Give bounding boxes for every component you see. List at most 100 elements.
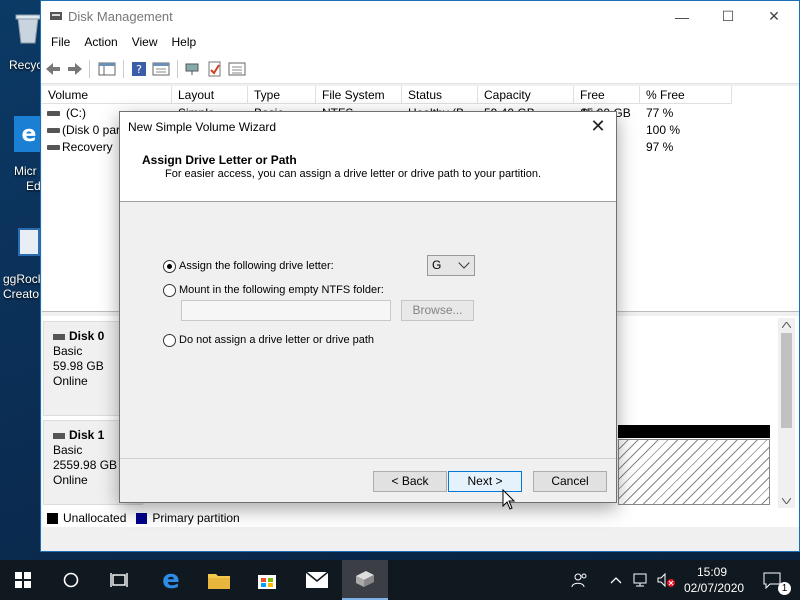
wizard-heading: Assign Drive Letter or Path	[142, 153, 297, 167]
mount-folder-radio[interactable]	[163, 284, 176, 297]
properties-icon	[152, 62, 170, 76]
column-layout[interactable]: Layout	[172, 86, 248, 104]
properties-button[interactable]	[151, 60, 171, 78]
clock-time: 15:09	[696, 565, 728, 579]
legend: Unallocated Primary partition	[42, 509, 799, 527]
taskbar-file-explorer-button[interactable]	[196, 560, 242, 600]
new-simple-volume-wizard: New Simple Volume Wizard ✕ Assign Drive …	[119, 111, 617, 503]
wizard-close-button[interactable]: ✕	[588, 116, 608, 137]
legend-swatch-unallocated	[47, 512, 58, 524]
taskbar: e 15:09 02/07/2020 1	[0, 560, 800, 600]
back-button[interactable]	[43, 60, 63, 78]
column-volume[interactable]: Volume	[42, 86, 172, 104]
column-free-space[interactable]: Free Spa...	[574, 86, 640, 120]
recycle-bin-label: Recyc	[9, 58, 43, 72]
wizard-footer-separator	[120, 458, 616, 459]
vertical-scrollbar[interactable]	[778, 318, 795, 508]
settings-list-button[interactable]	[227, 60, 247, 78]
cell-percent-free: 97 %	[646, 140, 674, 154]
search-button[interactable]	[48, 560, 94, 600]
scroll-up-icon	[782, 322, 791, 328]
help-icon: ?	[132, 62, 146, 76]
chevron-up-icon	[610, 577, 622, 584]
edge-desktop-icon[interactable]: e Micr Ed	[0, 110, 44, 200]
mount-folder-label[interactable]: Mount in the following empty NTFS folder…	[179, 284, 384, 296]
scrollbar-thumb[interactable]	[781, 333, 792, 428]
toolbar-separator	[89, 60, 90, 78]
drive-letter-select[interactable]: G	[427, 255, 475, 276]
taskbar-clock[interactable]: 15:09 02/07/2020	[684, 564, 745, 596]
no-letter-label[interactable]: Do not assign a drive letter or drive pa…	[179, 334, 374, 346]
connect-button[interactable]	[183, 60, 203, 78]
cancel-button[interactable]: Cancel	[533, 471, 607, 492]
menu-action[interactable]: Action	[77, 32, 124, 54]
show-hide-console-tree-button[interactable]	[97, 60, 117, 78]
wizard-header: Assign Drive Letter or Path For easier a…	[120, 142, 616, 202]
menu-bar: File Action View Help	[41, 32, 799, 54]
taskbar-disk-management-button[interactable]	[342, 560, 388, 600]
network-icon	[633, 573, 647, 587]
taskbar-edge-button[interactable]: e	[148, 560, 194, 600]
show-hidden-icons-button[interactable]	[606, 560, 626, 600]
forward-button[interactable]	[65, 60, 85, 78]
minimize-button[interactable]: —	[659, 1, 705, 32]
recycle-bin-desktop-icon[interactable]: Recyc	[0, 0, 42, 80]
chevron-down-icon	[458, 257, 470, 269]
recycle-bin-icon	[15, 14, 41, 44]
cell-volume: Recovery	[62, 140, 113, 154]
toolbar-separator	[123, 60, 124, 78]
column-percent-free[interactable]: % Free	[640, 86, 732, 104]
task-view-button[interactable]	[96, 560, 142, 600]
cell-percent-free: 77 %	[646, 106, 674, 120]
task-view-icon	[110, 573, 128, 587]
taskbar-mail-button[interactable]	[294, 560, 340, 600]
wizard-body: Assign the following drive letter: G Mou…	[120, 203, 616, 449]
back-button[interactable]: < Back	[373, 471, 447, 492]
toolbar: ?	[41, 54, 799, 84]
people-icon	[571, 573, 587, 588]
column-type[interactable]: Type	[248, 86, 316, 104]
folder-path-input[interactable]	[181, 300, 391, 321]
drive-icon	[47, 111, 60, 116]
maximize-button[interactable]: ☐	[705, 1, 751, 32]
no-letter-radio[interactable]	[163, 334, 176, 347]
mail-icon	[305, 571, 329, 588]
assign-letter-radio[interactable]	[163, 260, 176, 273]
clock-date: 02/07/2020	[684, 581, 745, 595]
console-tree-icon	[98, 62, 116, 76]
legend-label-unallocated: Unallocated	[63, 511, 127, 525]
network-button[interactable]	[630, 560, 652, 600]
drive-icon	[47, 145, 60, 150]
edge-label-1: Micr	[14, 164, 37, 178]
help-button[interactable]: ?	[129, 60, 149, 78]
wizard-title-bar[interactable]: New Simple Volume Wizard ✕	[120, 112, 616, 142]
taskbar-store-button[interactable]	[244, 560, 290, 600]
title-bar[interactable]: Disk Management — ☐ ✕	[41, 1, 799, 32]
volume-button[interactable]	[654, 560, 678, 600]
column-file-system[interactable]: File System	[316, 86, 402, 104]
ggrock-desktop-icon[interactable]: ggRock Creato	[0, 222, 44, 302]
unallocated-partition[interactable]	[618, 439, 770, 505]
disk-icon	[53, 333, 65, 340]
people-button[interactable]	[568, 560, 592, 600]
edge-icon: e	[162, 565, 180, 595]
unallocated-partition-header	[618, 425, 770, 438]
svg-text:?: ?	[136, 63, 142, 76]
list-icon	[228, 62, 246, 76]
cell-volume: (Disk 0 part	[62, 123, 124, 137]
browse-button[interactable]: Browse...	[401, 300, 474, 321]
cell-volume: (C:)	[66, 106, 86, 120]
drive-letter-value: G	[432, 258, 442, 272]
action-center-button[interactable]: 1	[752, 560, 792, 600]
menu-view[interactable]: View	[125, 32, 165, 54]
check-button[interactable]	[205, 60, 225, 78]
minimize-icon: —	[675, 8, 689, 25]
column-capacity[interactable]: Capacity	[478, 86, 574, 104]
assign-letter-label[interactable]: Assign the following drive letter:	[179, 260, 334, 272]
start-button[interactable]	[0, 560, 46, 600]
column-status[interactable]: Status	[402, 86, 478, 104]
close-button[interactable]: ✕	[751, 1, 797, 32]
menu-file[interactable]: File	[44, 32, 77, 54]
legend-swatch-primary	[136, 512, 148, 524]
menu-help[interactable]: Help	[165, 32, 204, 54]
